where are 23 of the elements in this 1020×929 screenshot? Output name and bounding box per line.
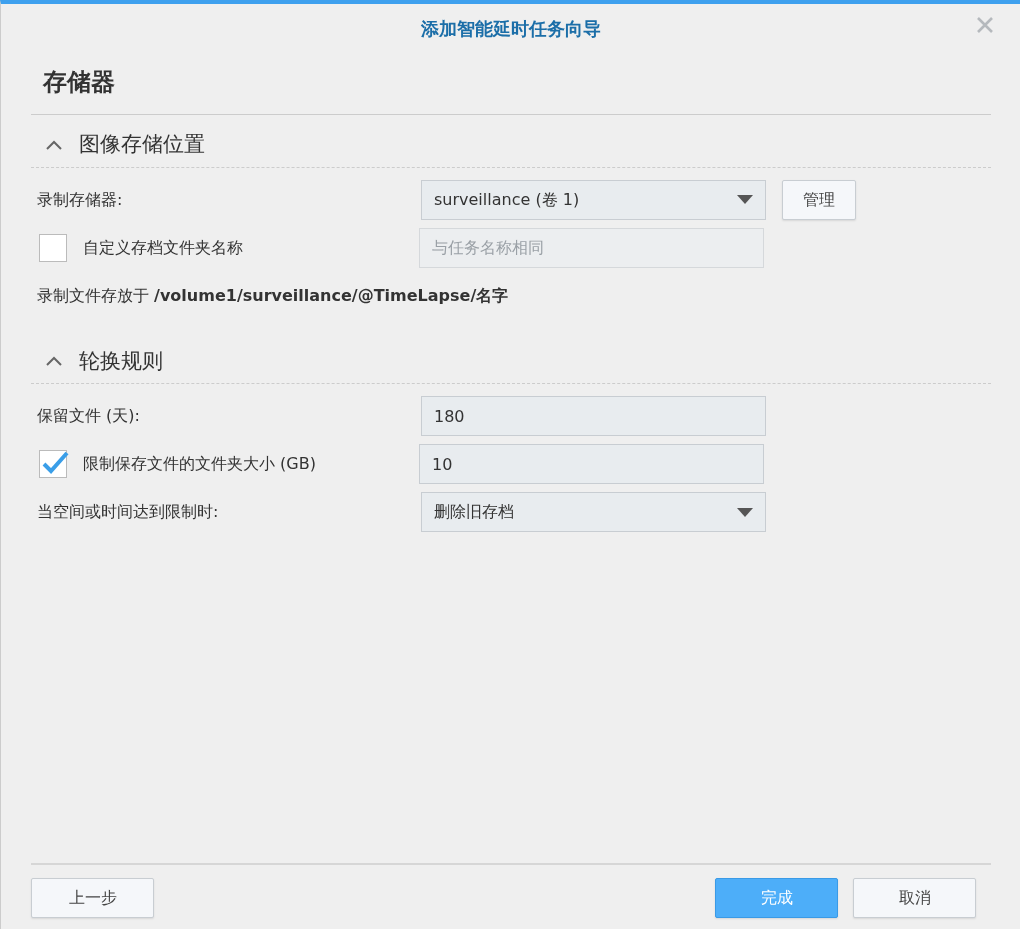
checkbox-label: 自定义存档文件夹名称 [83, 236, 244, 259]
collapse-caret-icon[interactable] [45, 355, 63, 368]
collapse-caret-icon[interactable] [45, 138, 63, 151]
dropdown-caret-icon [737, 195, 753, 204]
back-button[interactable]: 上一步 [31, 878, 154, 918]
manage-button[interactable]: 管理 [782, 179, 856, 220]
input-field[interactable]: 10 [419, 444, 764, 484]
field-label: 录制存储器: [37, 188, 124, 211]
cancel-button[interactable]: 取消 [853, 878, 976, 918]
dropdown-field[interactable]: 删除旧存档 [421, 492, 766, 532]
input-field[interactable]: 180 [421, 396, 766, 436]
section-title: 轮换规则 [79, 347, 163, 375]
page-title: 存储器 [31, 52, 991, 115]
section-title: 图像存储位置 [79, 131, 205, 158]
field-label: 保留文件 (天): [37, 405, 141, 427]
window-title: 添加智能延时任务向导 [420, 16, 601, 41]
checkbox-label: 限制保存文件的文件夹大小 (GB) [83, 453, 317, 475]
checkbox[interactable] [39, 450, 67, 478]
dropdown-caret-icon [737, 507, 753, 517]
close-icon[interactable] [976, 16, 994, 34]
field-label: 当空间或时间达到限制时: [37, 501, 220, 523]
dropdown-field[interactable]: surveillance (卷 1) [421, 179, 766, 220]
storage-path-text: 录制文件存放于 /volume1/surveillance/@TimeLapse/名字 [37, 284, 509, 307]
